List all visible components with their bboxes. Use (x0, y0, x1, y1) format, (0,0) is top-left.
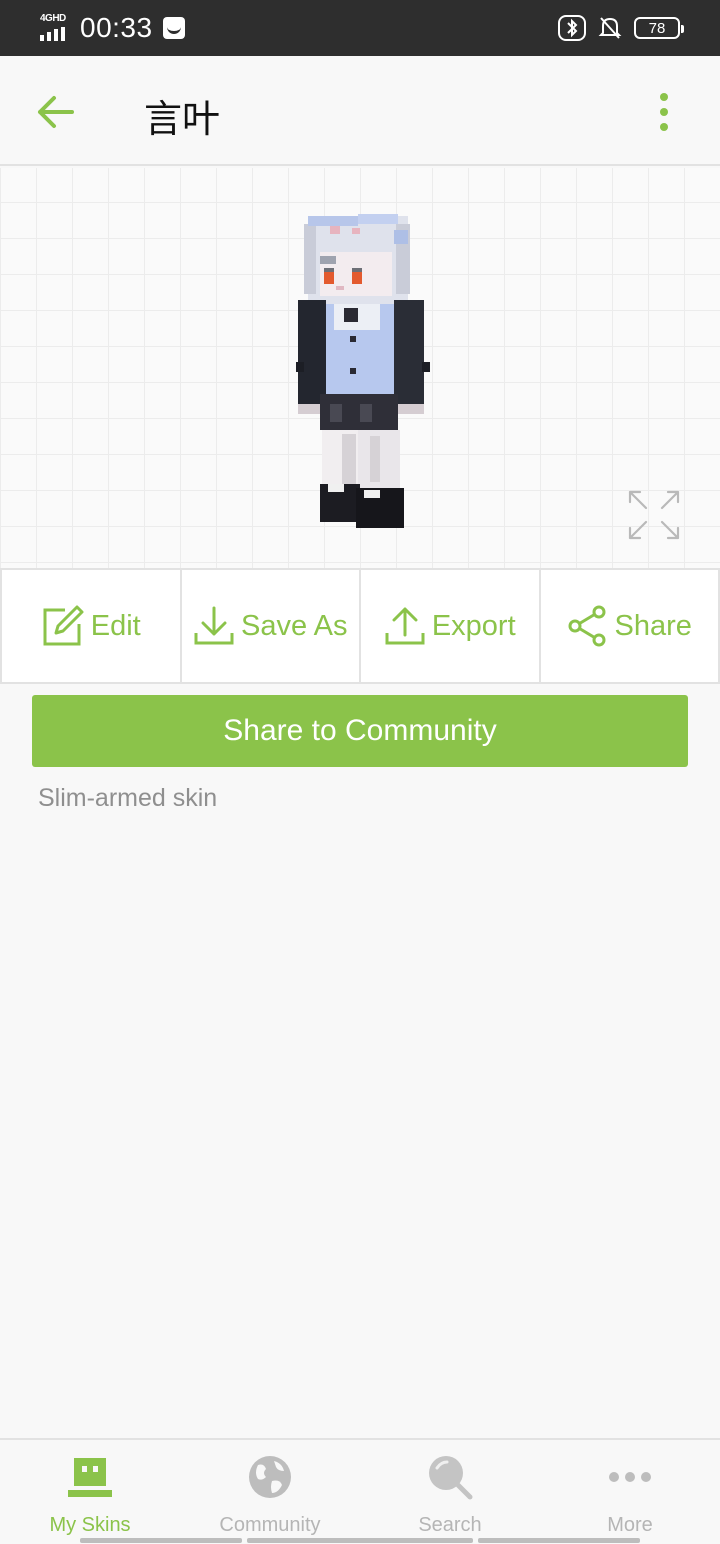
battery-level: 78 (648, 19, 666, 37)
share-label: Share (614, 609, 692, 642)
nav-more[interactable]: More (540, 1440, 720, 1544)
robot-face-icon (66, 1454, 114, 1500)
nav-my-skins-label: My Skins (49, 1514, 131, 1536)
network-type: 4GHD (40, 13, 66, 24)
nav-my-skins[interactable]: My Skins (0, 1440, 180, 1544)
status-time: 00:33 (80, 12, 153, 43)
expand-icon (628, 490, 680, 540)
edit-label: Edit (90, 609, 141, 642)
more-vertical-icon[interactable] (644, 90, 684, 134)
gesture-bar (0, 1538, 720, 1544)
save-as-label: Save As (241, 609, 348, 642)
nav-search[interactable]: Search (360, 1440, 540, 1544)
share-to-community-button[interactable]: Share to Community (32, 695, 688, 767)
message-icon (162, 17, 185, 39)
skin-type-label: Slim-armed skin (38, 784, 218, 812)
status-left: 4GHD 00:33 (38, 12, 185, 44)
edit-icon (43, 605, 84, 646)
arrow-left-icon (38, 96, 74, 128)
more-horizontal-icon (606, 1454, 654, 1500)
export-label: Export (431, 609, 516, 642)
bluetooth-icon (558, 15, 586, 41)
export-button[interactable]: Export (361, 570, 541, 682)
edit-button[interactable]: Edit (2, 570, 182, 682)
action-row: Edit Save As Export Share (0, 568, 720, 684)
battery-icon: 78 (634, 17, 684, 39)
upload-icon (385, 607, 425, 645)
nav-search-label: Search (418, 1514, 482, 1536)
download-icon (194, 606, 234, 645)
app-bar: 言叶 (0, 56, 720, 166)
nav-community[interactable]: Community (180, 1440, 360, 1544)
bell-muted-icon (598, 17, 622, 39)
globe-icon (246, 1454, 294, 1500)
save-as-button[interactable]: Save As (182, 570, 361, 682)
skin-model[interactable] (290, 208, 440, 538)
skin-preview[interactable] (0, 168, 720, 568)
share-icon (568, 605, 606, 647)
status-bar: 4GHD 00:33 78 (0, 0, 720, 56)
search-icon (426, 1454, 474, 1500)
status-right: 78 (558, 15, 684, 41)
back-button[interactable] (34, 90, 78, 134)
signal-icon: 4GHD (38, 13, 70, 43)
nav-community-label: Community (219, 1514, 321, 1536)
share-button[interactable]: Share (541, 570, 719, 682)
nav-more-label: More (607, 1514, 653, 1536)
fullscreen-button[interactable] (626, 488, 682, 542)
page-title: 言叶 (144, 99, 221, 141)
bottom-nav: My Skins Community Search More (0, 1438, 720, 1544)
